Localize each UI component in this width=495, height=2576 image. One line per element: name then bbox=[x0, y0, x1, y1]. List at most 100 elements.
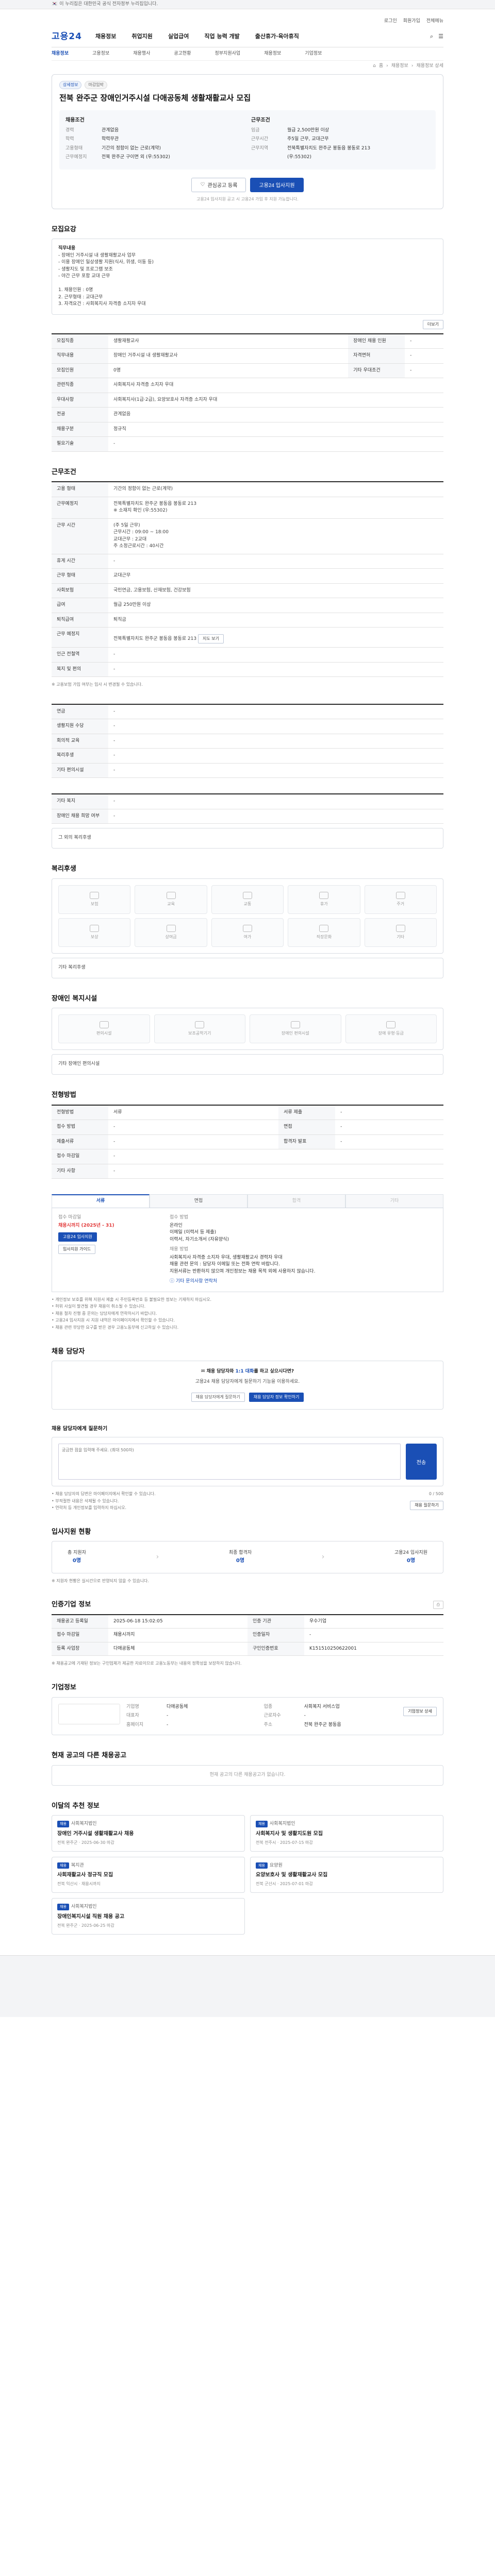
th: 근무예정지 bbox=[52, 497, 108, 519]
contact-link[interactable]: 기타 문의사항 연락처 bbox=[176, 1279, 217, 1284]
grade-icon bbox=[386, 1021, 396, 1029]
sub-nav-item[interactable]: 정부지원사업 bbox=[215, 50, 241, 58]
benefit-etc-box: 기타 복리후생 bbox=[52, 957, 443, 978]
breadcrumb-item[interactable]: 채용정보 bbox=[391, 63, 408, 70]
th: 인증 기관 bbox=[248, 1615, 304, 1629]
th: 기타 사항 bbox=[52, 1164, 108, 1179]
question-input[interactable] bbox=[58, 1444, 401, 1480]
benefit-item: 보상 bbox=[58, 918, 131, 947]
recommend-card[interactable]: 채용 사회복지법인 사회복지사 및 생활지도원 모집 전북 전주시 · 2025-07… bbox=[250, 1815, 443, 1852]
recruiter-info-button[interactable]: 채용 담당자 정보 확인하기 bbox=[249, 1393, 304, 1402]
recommend-card[interactable]: 채용 요양원 요양보호사 및 생활재활교사 모집 전북 군산시 · 2025-07-0… bbox=[250, 1856, 443, 1893]
apply-button[interactable]: 고용24 입사지원 bbox=[250, 177, 304, 192]
breadcrumb-item[interactable]: 홈 bbox=[379, 63, 383, 70]
home-icon[interactable]: ⌂ bbox=[373, 63, 376, 70]
breadcrumb: ⌂ 홈 › 채용정보 › 채용정보 상세 bbox=[52, 61, 443, 72]
tab-pass[interactable]: 합격 bbox=[248, 1194, 345, 1208]
menu-icon[interactable]: ☰ bbox=[438, 32, 443, 41]
tab-etc[interactable]: 기타 bbox=[345, 1194, 443, 1208]
apply-line: 채용 관련 문의 : 담당자 이메일 또는 전화 연락 바랍니다. bbox=[170, 1262, 280, 1267]
logo[interactable]: 고용24 bbox=[52, 30, 82, 44]
tab-document[interactable]: 서류 bbox=[52, 1194, 150, 1208]
status-item: 최종 합격자 0명 bbox=[229, 1550, 252, 1565]
kv-key bbox=[251, 154, 282, 161]
td: 국민연금, 고용보험, 산재보험, 건강보험 bbox=[108, 583, 443, 598]
qa-submit-button[interactable]: 채용 질문하기 bbox=[410, 1500, 443, 1510]
ask-recruiter-button[interactable]: 채용 담당자에게 질문하기 bbox=[191, 1393, 245, 1402]
more-button[interactable]: 더보기 bbox=[422, 319, 443, 329]
apply-line: 지원서류는 반환하지 않으며 개인정보는 채용 목적 외에 사용하지 않습니다. bbox=[170, 1268, 316, 1274]
card-title: 장애인복지시설 직원 채용 공고 bbox=[57, 1913, 125, 1920]
th: 복리후생 bbox=[52, 748, 108, 764]
benefit-label: 보상 bbox=[90, 934, 98, 939]
benefit-label: 직장문화 bbox=[316, 934, 332, 939]
company-detail-button[interactable]: 기업정보 상세 bbox=[403, 1706, 437, 1716]
label: 접수 마감일 bbox=[58, 1215, 81, 1221]
th: 기타 편의시설 bbox=[52, 763, 108, 778]
th: 생활지원 수당 bbox=[52, 719, 108, 734]
others-empty: 현재 공고의 다른 채용공고가 없습니다. bbox=[52, 1765, 443, 1786]
search-icon[interactable]: ⌕ bbox=[430, 32, 433, 41]
benefit-item: 직장문화 bbox=[288, 918, 360, 947]
nav-item[interactable]: 채용정보 bbox=[95, 32, 116, 41]
tag: 채용 bbox=[256, 1862, 268, 1869]
disabled-label: 장애인 편의시설 bbox=[281, 1031, 309, 1036]
all-menu-link[interactable]: 전체메뉴 bbox=[426, 18, 443, 25]
nav-item[interactable]: 실업급여 bbox=[168, 32, 189, 41]
nav-item[interactable]: 직업 능력 개발 bbox=[204, 32, 239, 41]
box-label: 직무내용 bbox=[58, 246, 76, 251]
td: - bbox=[304, 1629, 443, 1642]
section-title: 채용 담당자 bbox=[52, 1347, 85, 1355]
sub-nav-item[interactable]: 채용정보 bbox=[264, 50, 281, 58]
scrap-button[interactable]: ♡ 관심공고 등록 bbox=[191, 177, 246, 192]
recommend-card[interactable]: 채용 사회복지법인 장애인 거주시설 생활재활교사 채용 전북 완주군 · 2025-… bbox=[52, 1815, 245, 1852]
td: 서류 bbox=[108, 1105, 279, 1121]
th: 모집인원 bbox=[52, 363, 108, 378]
benefit-item: 기타 bbox=[364, 918, 437, 947]
login-link[interactable]: 로그인 bbox=[384, 18, 397, 25]
recommend-card[interactable]: 채용 사회복지법인 장애인복지시설 직원 채용 공고 전북 완주군 · 2025-06… bbox=[52, 1898, 245, 1935]
apply-online-button[interactable]: 고용24 입사지원 bbox=[58, 1232, 97, 1242]
td: - bbox=[108, 748, 443, 764]
apply-guide-button[interactable]: 입사지원 가이드 bbox=[58, 1245, 96, 1255]
card-meta: 전북 군산시 · 2025-07-01 마감 bbox=[256, 1882, 313, 1887]
td: - bbox=[405, 333, 443, 349]
culture-icon bbox=[319, 924, 329, 932]
nav-item[interactable]: 취업지원 bbox=[131, 32, 152, 41]
benefit-item: 여가 bbox=[211, 918, 284, 947]
benefits-section: 복리후생 보험 교육 교통 휴가 주거 보상 상여금 여가 직장문화 기타 기타… bbox=[52, 864, 443, 978]
condition-section: 근무조건 고용 형태 기간의 정함이 없는 근로(계약) 근무예정지 전북특별자치도… bbox=[52, 467, 443, 688]
th: 합격자 발표 bbox=[278, 1134, 336, 1150]
kv-key: 근무시간 bbox=[251, 137, 269, 142]
tab-interview[interactable]: 면접 bbox=[150, 1194, 248, 1208]
sub-nav-item[interactable]: 채용행사 bbox=[133, 50, 150, 58]
org: 요양원 bbox=[269, 1862, 283, 1868]
status-label: 총 지원자 bbox=[68, 1550, 86, 1556]
th: 고용 형태 bbox=[52, 482, 108, 497]
label: 접수 방법 bbox=[170, 1215, 188, 1221]
th: 회의적 교육 bbox=[52, 734, 108, 749]
benefit-label: 교육 bbox=[167, 901, 175, 906]
send-button[interactable]: 전송 bbox=[406, 1444, 437, 1480]
nav-item[interactable]: 출산휴가·육아휴직 bbox=[255, 32, 299, 41]
kv-value: (우:55302) bbox=[287, 155, 311, 160]
gov-banner-text: 이 누리집은 대한민국 공식 전자정부 누리집입니다. bbox=[59, 2, 158, 7]
th: 접수 마감일 bbox=[52, 1149, 108, 1164]
job-title: 전북 완주군 장애인거주시설 다애공동체 생활재활교사 모집 bbox=[59, 93, 251, 103]
kv-key: 경력 bbox=[65, 127, 74, 133]
benefit-label: 주거 bbox=[397, 901, 405, 906]
td: 관계없음 bbox=[108, 407, 443, 422]
td: - bbox=[108, 1134, 279, 1150]
sub-nav-item[interactable]: 기업정보 bbox=[305, 50, 322, 58]
print-button[interactable]: ⎙ bbox=[433, 1601, 443, 1609]
sub-nav-item[interactable]: 고용정보 bbox=[92, 50, 109, 58]
recommend-card[interactable]: 채용 복지관 사회재활교사 정규직 모집 전북 익산시 · 채용시까지 bbox=[52, 1856, 245, 1893]
signup-link[interactable]: 회원가입 bbox=[403, 18, 420, 25]
sub-nav-item[interactable]: 채용정보 bbox=[52, 50, 69, 58]
status-item: 고용24 입사지원 0명 bbox=[394, 1550, 427, 1565]
td: - bbox=[335, 1120, 443, 1135]
map-button[interactable]: 지도 보기 bbox=[197, 634, 224, 643]
td: - bbox=[108, 1120, 279, 1135]
sub-nav-item[interactable]: 공고현황 bbox=[174, 50, 191, 58]
th: 장애인 채용 희망 여부 bbox=[52, 809, 108, 824]
